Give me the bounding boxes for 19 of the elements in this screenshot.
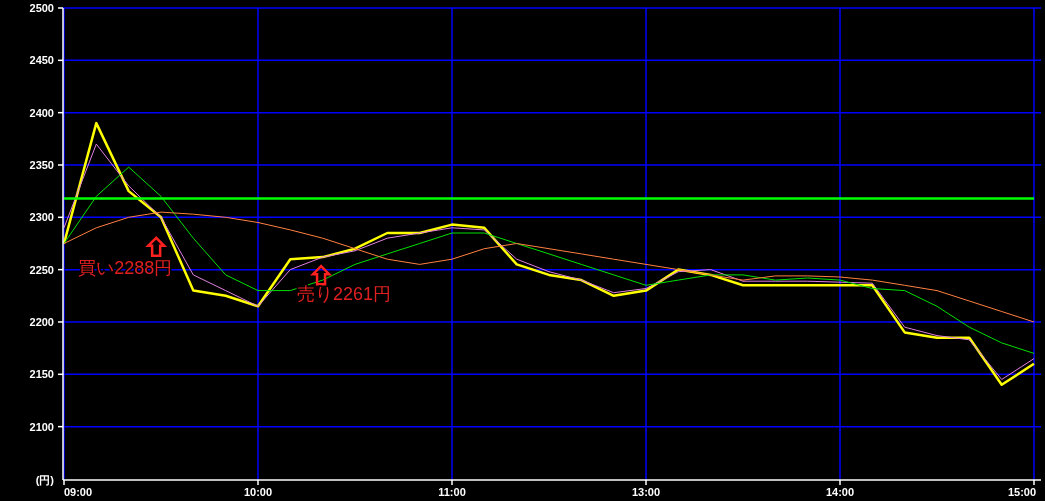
x-tick-label: 11:00 xyxy=(438,486,466,498)
y-tick-label: 2500 xyxy=(29,2,54,14)
trade-label: 売り2261円 xyxy=(297,284,392,305)
y-tick-label: 2150 xyxy=(29,368,54,381)
y-tick-label: 2350 xyxy=(29,159,54,171)
y-axis-label: (円) xyxy=(35,474,54,486)
y-tick-label: 2300 xyxy=(29,211,54,224)
x-tick-label: 13:00 xyxy=(631,486,661,498)
y-tick-label: 2450 xyxy=(29,54,54,67)
x-tick-label: 10:00 xyxy=(243,486,273,498)
y-tick-label: 2400 xyxy=(29,106,54,119)
y-tick-label: 2250 xyxy=(29,263,54,276)
x-tick-label: 09:00 xyxy=(63,486,93,498)
x-tick-label: 14:00 xyxy=(825,486,855,498)
y-tick-label: 2100 xyxy=(29,420,54,433)
up-arrow-icon xyxy=(145,236,168,258)
x-tick-label: 15:00 xyxy=(1007,486,1037,498)
y-tick-label: 2200 xyxy=(29,315,54,328)
up-arrow-icon xyxy=(310,264,333,286)
